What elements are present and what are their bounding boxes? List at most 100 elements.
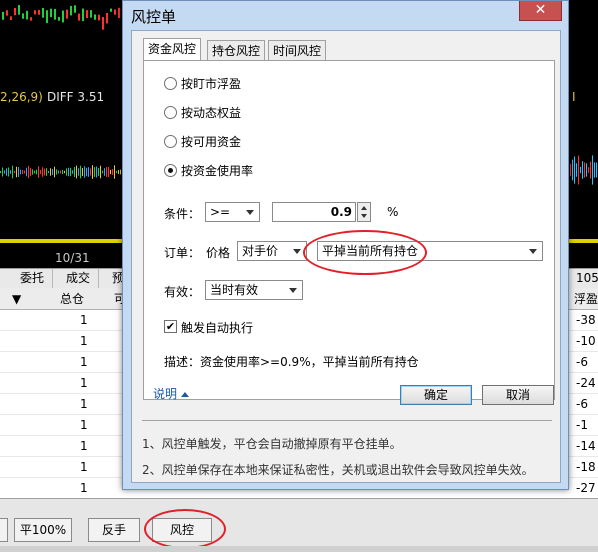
validity-select[interactable]: 当时有效 [205,280,303,300]
tab-orders[interactable]: 委托 [12,269,54,289]
indicator-mark [576,163,577,177]
indicator-mark [20,169,21,175]
candle-mark [26,10,28,20]
confirm-button[interactable]: 确定 [400,385,472,405]
radio-icon[interactable] [164,163,177,177]
candle-mark [106,12,108,24]
indicator-mark [8,167,9,177]
indicator-mark [50,168,51,176]
condition-unit: % [387,205,399,219]
arrow-up-icon[interactable] [361,206,367,210]
row-floating-pnl: -6 [576,397,588,411]
price-type-select[interactable]: 对手价 [237,241,307,261]
close-100-button[interactable]: 平100% [14,518,72,542]
indicator-mark [592,155,593,185]
candle-mark [30,17,32,21]
candle-mark [114,9,116,15]
row-total-position: 1 [80,313,88,327]
indicator-mark [4,170,5,174]
indicator-mark [594,162,595,178]
indicator-mark [14,170,15,174]
candle-mark [38,9,40,15]
indicator-mark [28,165,29,179]
row-total-position: 1 [80,334,88,348]
indicator-mark [18,167,19,177]
indicator-mark [58,170,59,174]
indicator-mark [54,166,55,178]
tab-fund-risk[interactable]: 资金风控 [143,38,202,62]
indicator-mark [74,167,75,177]
radio-label: 按盯市浮盈 [181,76,242,91]
indicator-mark [596,162,597,178]
radio-icon[interactable] [164,76,177,90]
indicator-mark [84,166,85,178]
indicator-mark [92,165,93,179]
radio-mark-to-market[interactable]: 按盯市浮盈 [164,74,241,92]
candle-mark [70,5,72,16]
candle-mark [102,16,104,30]
indicator-mark [96,166,97,178]
auto-execute-checkbox[interactable]: ✔ [164,320,177,333]
radio-fund-usage[interactable]: 按资金使用率 [164,161,253,179]
candle-mark [62,10,64,23]
cancel-button[interactable]: 取消 [482,385,554,405]
candle-mark [90,10,92,18]
indicator-mark [116,170,117,174]
indicator-mark [118,169,119,175]
indicator-mark [584,162,585,178]
indicator-mark [102,170,103,174]
indicator-mark [2,167,3,177]
indicator-mark [48,170,49,174]
tab-trades[interactable]: 成交 [58,269,100,289]
row-floating-pnl: -38 [576,313,596,327]
indicator-mark [106,167,107,177]
reverse-button[interactable]: 反手 [88,518,140,542]
indicator-mark [30,168,31,176]
indicator-mark [6,168,7,176]
row-floating-pnl: -24 [576,376,596,390]
toolbar-edge [0,518,8,542]
col-total-position[interactable]: 总仓 [60,288,84,310]
indicator-mark [86,167,87,177]
indicator-mark [112,169,113,175]
explain-toggle[interactable]: 说明 [153,385,190,402]
auto-execute-label: 触发自动执行 [181,321,254,335]
indicator-mark [578,155,579,185]
indicator-mark [120,169,121,175]
sort-icon[interactable]: ▼ [12,288,21,310]
value-spinner[interactable] [357,202,371,222]
arrow-down-icon[interactable] [361,214,367,218]
indicator-mark [34,170,35,174]
indicator-mark [10,170,11,174]
condition-operator-select[interactable]: >= [205,202,260,222]
tab-time-risk[interactable]: 时间风控 [268,40,327,61]
note-2: 2、风控单保存在本地来保证私密性，关机或退出软件会导致风控单失效。 [142,463,534,477]
col-contract[interactable] [0,288,8,310]
condition-value-input[interactable]: 0.9 [272,202,356,222]
indicator-mark [0,170,1,174]
radio-dynamic-equity[interactable]: 按动态权益 [164,103,241,121]
candle-mark [82,8,84,22]
indicator-mark [72,170,73,174]
candle-mark [14,7,16,16]
risk-control-dialog: 风控单 ✕ 资金风控 持仓风控 时间风控 按盯市浮盈 按动态权益 按可用资金 按… [122,0,569,490]
indicator-mark [572,159,573,181]
radio-icon[interactable] [164,105,177,119]
valid-label: 有效： [164,285,201,299]
close-icon[interactable]: ✕ [519,1,562,21]
indicator-mark [52,168,53,176]
indicator-mark [588,167,589,173]
indicator-mark [38,166,39,178]
col-floating-pnl[interactable]: 浮盈 [574,288,598,310]
candle-mark [2,11,4,20]
radio-label: 按可用资金 [181,134,242,149]
radio-icon[interactable] [164,134,177,148]
tab-position-risk[interactable]: 持仓风控 [207,40,266,61]
macd-params-label: 2,26,9) [0,90,43,104]
candle-mark [54,8,56,20]
candle-mark [10,16,12,21]
radio-available-funds[interactable]: 按可用资金 [164,132,241,150]
chart-right-label: I [572,90,576,104]
indicator-mark [570,163,571,177]
row-floating-pnl: -18 [576,460,596,474]
